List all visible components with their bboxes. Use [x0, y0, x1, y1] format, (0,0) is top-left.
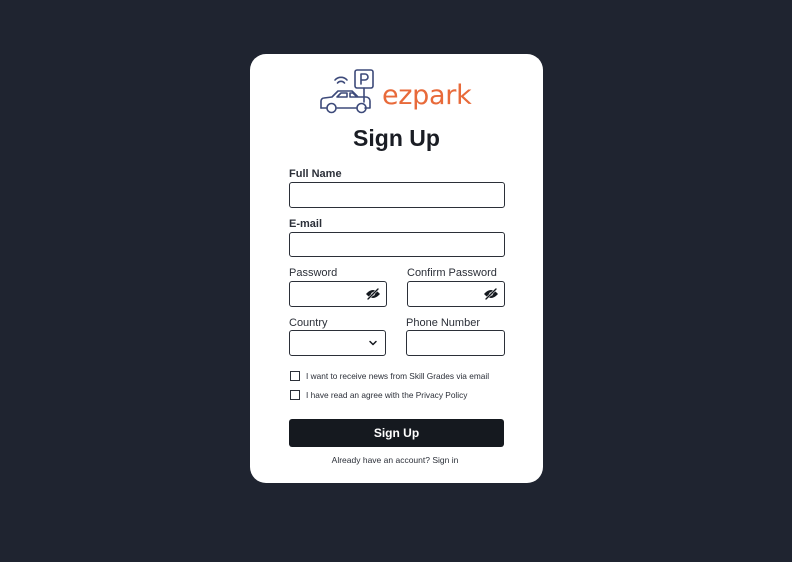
chevron-down-icon	[369, 340, 377, 346]
sign-up-button[interactable]: Sign Up	[289, 419, 504, 447]
full-name-field[interactable]	[289, 182, 505, 208]
confirm-password-field[interactable]	[407, 281, 505, 307]
country-label: Country	[289, 317, 328, 329]
eye-off-icon[interactable]	[484, 288, 498, 300]
newsletter-checkbox[interactable]	[290, 371, 300, 381]
newsletter-checkbox-label: I want to receive news from Skill Grades…	[306, 371, 490, 381]
page-title: Sign Up	[353, 125, 440, 151]
confirm-password-label: Confirm Password	[407, 267, 497, 279]
privacy-option[interactable]: I have read an agree with the Privacy Po…	[290, 388, 467, 402]
privacy-checkbox-label: I have read an agree with the Privacy Po…	[306, 390, 468, 400]
email-field[interactable]	[289, 232, 505, 257]
full-name-label: Full Name	[289, 168, 342, 180]
privacy-checkbox[interactable]	[290, 390, 300, 400]
car-parking-icon	[320, 69, 374, 114]
country-select[interactable]	[289, 330, 386, 356]
brand-name: ezpark	[382, 80, 472, 111]
phone-field[interactable]	[406, 330, 505, 356]
brand-logo: ezpark	[318, 68, 478, 118]
newsletter-option[interactable]: I want to receive news from Skill Grades…	[290, 369, 489, 383]
sign-in-link[interactable]: Already have an account? Sign in	[250, 455, 540, 465]
eye-off-icon[interactable]	[366, 288, 380, 300]
email-label: E-mail	[289, 218, 323, 230]
signup-card: ezpark Sign Up Full Name E-mail Password…	[250, 54, 543, 483]
password-label: Password	[289, 267, 338, 279]
password-field[interactable]	[289, 281, 387, 307]
phone-label: Phone Number	[406, 317, 480, 329]
